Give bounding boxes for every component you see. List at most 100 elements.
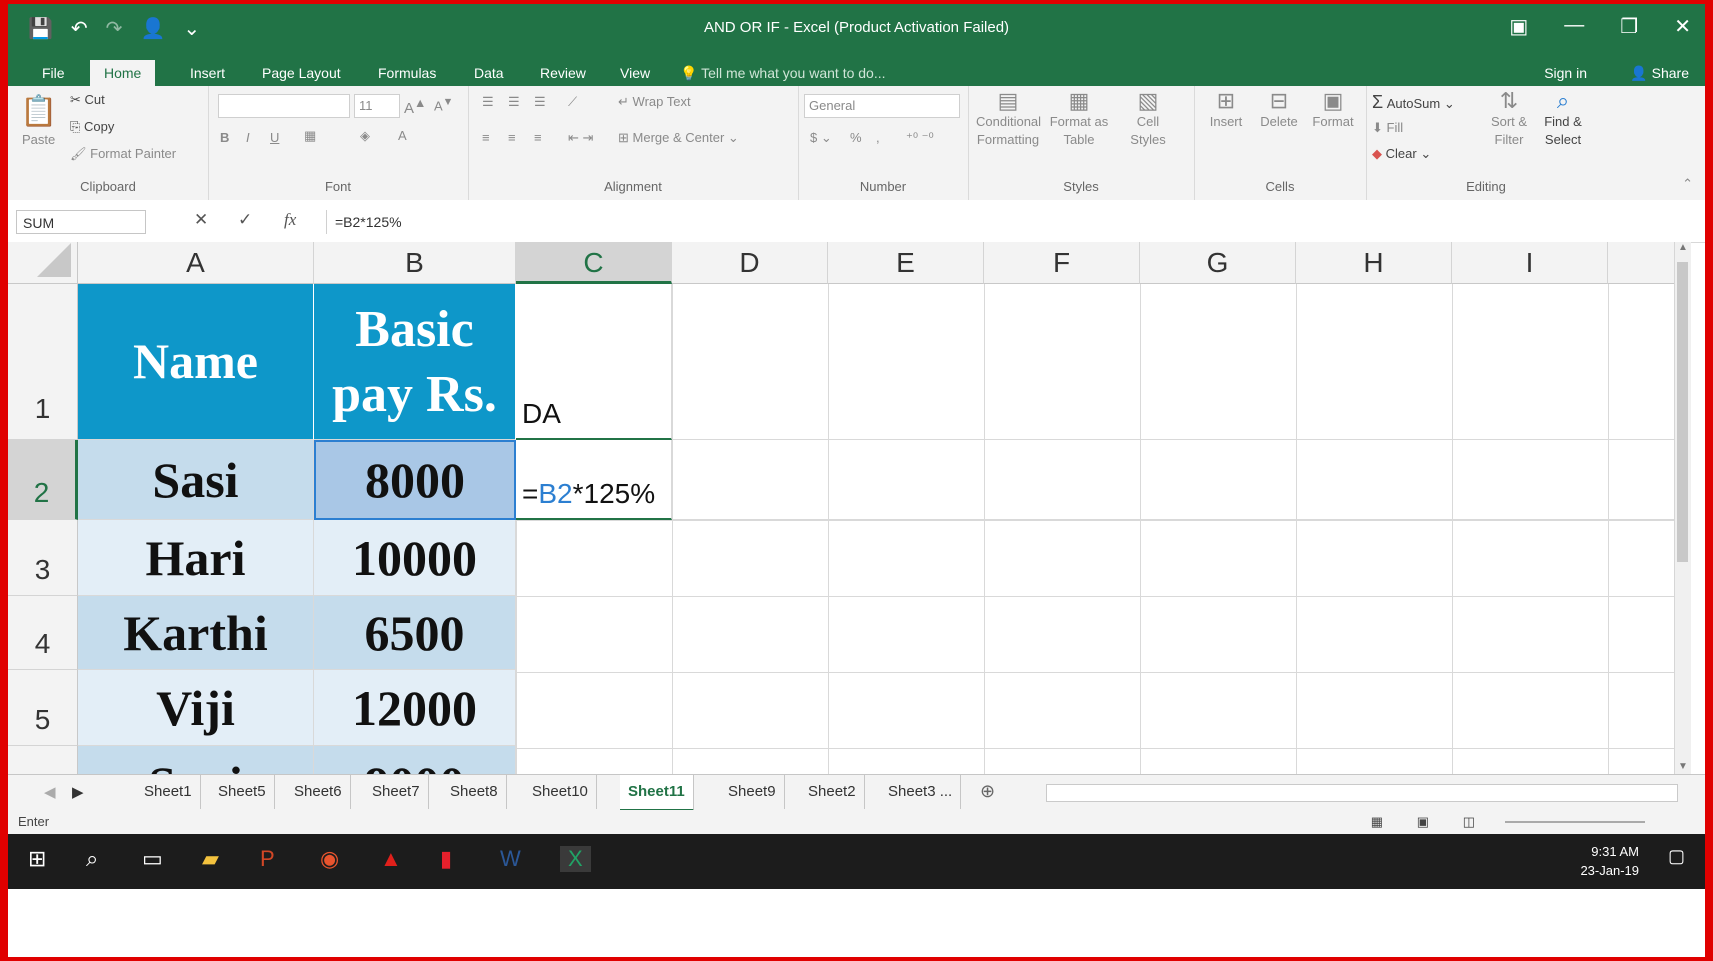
column-header-c[interactable]: C — [516, 242, 672, 284]
bold-icon[interactable]: B — [220, 130, 229, 145]
next-sheet-icon[interactable]: ▶ — [72, 783, 84, 801]
paste-button[interactable]: Paste — [22, 132, 55, 147]
sheet-tab[interactable]: Sheet2 — [800, 775, 865, 809]
format-cells-button[interactable]: ▣ Format — [1308, 90, 1358, 131]
scroll-down-icon[interactable]: ▼ — [1675, 761, 1691, 772]
delete-cells-button[interactable]: ⊟ Delete — [1254, 90, 1304, 131]
prev-sheet-icon[interactable]: ◀ — [44, 783, 56, 801]
empty-grid-area[interactable] — [516, 520, 1675, 774]
insert-function-icon[interactable]: fx — [284, 210, 296, 230]
add-sheet-icon[interactable]: ⊕ — [980, 781, 995, 802]
fill-button[interactable]: ⬇ Fill — [1372, 120, 1403, 136]
acrobat-icon[interactable]: ▲ — [380, 846, 402, 872]
collapse-ribbon-icon[interactable]: ⌃ — [1682, 176, 1693, 192]
cell-b1[interactable]: Basic pay Rs. — [314, 284, 516, 440]
font-name-field[interactable] — [218, 94, 350, 118]
tab-data[interactable]: Data — [460, 60, 518, 86]
sign-in-link[interactable]: Sign in — [1544, 60, 1587, 86]
insert-cells-button[interactable]: ⊞ Insert — [1202, 90, 1250, 131]
clock-date[interactable]: 23-Jan-19 — [1580, 861, 1639, 880]
copy-button[interactable]: ⎘ Copy — [70, 119, 114, 135]
cancel-icon[interactable]: ✕ — [194, 210, 208, 230]
restore-icon[interactable]: ❐ — [1620, 14, 1638, 39]
align-middle-icon[interactable]: ☰ — [508, 94, 520, 110]
comma-icon[interactable]: , — [876, 130, 880, 145]
sheet-tab[interactable]: Sheet7 — [364, 775, 429, 809]
column-header-i[interactable]: I — [1452, 242, 1608, 284]
font-color-icon[interactable]: A — [398, 128, 407, 143]
paste-icon[interactable]: 📋 — [20, 94, 57, 129]
cell-a5[interactable]: Viji — [78, 670, 314, 746]
tell-me-box[interactable]: 💡 Tell me what you want to do... — [680, 60, 886, 86]
sheet-tab[interactable]: Sheet6 — [286, 775, 351, 809]
underline-icon[interactable]: U — [270, 130, 279, 145]
align-top-icon[interactable]: ☰ — [482, 94, 494, 110]
cell-a1[interactable]: Name — [78, 284, 314, 440]
ribbon-display-icon[interactable]: ▣ — [1509, 14, 1528, 39]
cell-a2[interactable]: Sasi — [78, 440, 314, 520]
indent-icon[interactable]: ⇤ ⇥ — [568, 130, 593, 146]
merge-center-button[interactable]: ⊞ Merge & Center ⌄ — [618, 130, 739, 146]
tab-view[interactable]: View — [606, 60, 664, 86]
align-bottom-icon[interactable]: ☰ — [534, 94, 546, 110]
name-box[interactable]: SUM — [16, 210, 146, 234]
cut-button[interactable]: ✂ Cut — [70, 92, 105, 108]
format-painter-button[interactable]: 🖌 Format Painter — [70, 146, 176, 162]
page-layout-view-icon[interactable]: ▣ — [1417, 810, 1429, 834]
horizontal-scrollbar[interactable] — [1046, 784, 1678, 802]
tab-review[interactable]: Review — [526, 60, 600, 86]
column-header-h[interactable]: H — [1296, 242, 1452, 284]
powerpoint-icon[interactable]: P — [260, 846, 275, 872]
excel-icon[interactable]: X — [560, 846, 591, 872]
sort-filter-button[interactable]: ⇅ Sort & Filter — [1484, 90, 1534, 149]
cell-styles-button[interactable]: ▧ Cell Styles — [1118, 90, 1178, 149]
tab-page-layout[interactable]: Page Layout — [248, 60, 355, 86]
row-header-3[interactable]: 3 — [8, 520, 78, 596]
fill-color-icon[interactable]: ◈ — [360, 128, 370, 144]
sheet-tab[interactable]: Sheet8 — [442, 775, 507, 809]
italic-icon[interactable]: I — [246, 130, 250, 145]
row-header-5[interactable]: 5 — [8, 670, 78, 746]
task-view-icon[interactable]: ▭ — [142, 846, 163, 872]
vertical-scrollbar[interactable]: ▲ ▼ — [1674, 242, 1691, 774]
column-header-e[interactable]: E — [828, 242, 984, 284]
cell-b6[interactable]: 9000 — [314, 746, 516, 774]
align-center-icon[interactable]: ≡ — [508, 130, 516, 145]
tab-insert[interactable]: Insert — [176, 60, 239, 86]
align-left-icon[interactable]: ≡ — [482, 130, 490, 145]
cell-c1[interactable]: DA — [516, 284, 672, 440]
cell-b3[interactable]: 10000 — [314, 520, 516, 596]
minimize-icon[interactable]: — — [1564, 14, 1584, 39]
find-select-button[interactable]: ⌕ Find & Select — [1538, 90, 1588, 149]
sheet-tab[interactable]: Sheet5 — [210, 775, 275, 809]
sheet-tab[interactable]: Sheet3 ... — [880, 775, 962, 809]
orientation-icon[interactable]: ⟋ — [568, 94, 577, 110]
row-header-1[interactable]: 1 — [8, 284, 78, 440]
search-icon[interactable]: ⌕ — [86, 846, 98, 872]
font-shrink-icon[interactable]: A▼ — [434, 96, 453, 113]
font-size-field[interactable]: 11 — [354, 94, 400, 118]
close-icon[interactable]: ✕ — [1674, 14, 1691, 39]
cell-a6[interactable]: Soni — [78, 746, 314, 774]
sheet-tab-active[interactable]: Sheet11 — [620, 775, 694, 812]
cell-a3[interactable]: Hari — [78, 520, 314, 596]
column-header-b[interactable]: B — [314, 242, 516, 284]
scroll-thumb[interactable] — [1677, 262, 1688, 562]
conditional-formatting-button[interactable]: ▤ Conditional Formatting — [976, 90, 1041, 149]
number-format-field[interactable]: General — [804, 94, 960, 118]
column-header-d[interactable]: D — [672, 242, 828, 284]
notification-icon[interactable]: ▢ — [1668, 846, 1685, 867]
sheet-tab[interactable]: Sheet9 — [720, 775, 785, 809]
clock-time[interactable]: 9:31 AM — [1580, 842, 1639, 861]
app-icon[interactable]: ▮ — [440, 846, 452, 872]
cell-a4[interactable]: Karthi — [78, 596, 314, 670]
tab-home[interactable]: Home — [90, 60, 156, 86]
share-button[interactable]: 👤 Share — [1630, 60, 1689, 86]
scroll-up-icon[interactable]: ▲ — [1675, 242, 1691, 253]
select-all-corner[interactable] — [8, 242, 78, 284]
enter-icon[interactable]: ✓ — [238, 210, 252, 230]
cell-c2-editing[interactable]: = B2 *125% — [516, 440, 672, 520]
border-icon[interactable]: ▦ — [304, 128, 316, 144]
windows-start-icon[interactable]: ⊞ — [28, 846, 46, 872]
wrap-text-button[interactable]: ↵ Wrap Text — [618, 94, 691, 110]
